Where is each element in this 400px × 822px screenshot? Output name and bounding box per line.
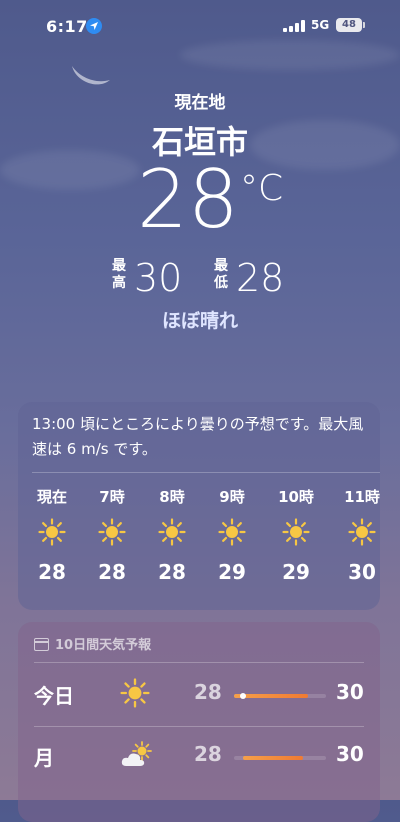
day-low: 28 [194, 680, 222, 704]
forecast-header: 10日間天気予報 [34, 634, 151, 653]
battery-icon: 48 [336, 18, 362, 32]
day-high: 30 [336, 742, 364, 766]
sun-icon [218, 518, 246, 546]
sun-icon [348, 518, 376, 546]
temperature-unit: °C [240, 168, 284, 209]
location-arrow-icon [86, 18, 102, 34]
sun-icon [158, 518, 186, 546]
battery-tip [363, 22, 365, 28]
temp-range-bar [234, 756, 326, 760]
hour-column: 7時 28 [82, 486, 142, 584]
sun-icon [120, 678, 154, 708]
hour-column: 10時 29 [266, 486, 326, 584]
current-temperature: 28 [137, 153, 239, 246]
ten-day-forecast-card[interactable]: 10日間天気予報 今日 28 30 月 28 30 [18, 622, 380, 822]
forecast-title: 10日間天気予報 [55, 638, 152, 653]
day-name: 今日 [34, 684, 74, 708]
hour-temp: 28 [38, 560, 66, 584]
hour-time: 現在 [36, 488, 67, 506]
hourly-forecast-card[interactable]: 13:00 頃にところにより曇りの予想です。最大風速は 6 m/s です。 現在… [18, 402, 380, 610]
sun-icon [38, 518, 66, 546]
hour-time: 10時 [278, 488, 314, 506]
calendar-icon [34, 638, 49, 651]
hourly-summary: 13:00 頃にところにより曇りの予想です。最大風速は 6 m/s です。 [32, 415, 364, 458]
hour-temp: 28 [98, 560, 126, 584]
divider [34, 662, 364, 663]
current-temp-marker [240, 693, 247, 699]
temp-range-fill [243, 756, 303, 760]
day-name: 月 [34, 746, 54, 770]
hour-time: 11時 [344, 488, 380, 506]
day-low: 28 [194, 742, 222, 766]
high-low: 最高 30 最低 28 [0, 258, 400, 298]
low-temp: 28 [236, 256, 285, 300]
status-time: 6:17 [46, 17, 88, 36]
hour-temp: 29 [218, 560, 246, 584]
temp-range-bar [234, 693, 326, 699]
day-high: 30 [336, 680, 364, 704]
hour-column: 11時 30 [332, 486, 392, 584]
hour-column: 8時 28 [142, 486, 202, 584]
signal-icon [283, 20, 305, 32]
network-type: 5G [311, 18, 330, 32]
low-label: 最低 [214, 258, 228, 291]
hour-temp: 28 [158, 560, 186, 584]
condition-text: ほぼ晴れ [161, 310, 238, 332]
divider [32, 472, 380, 473]
hour-temp: 30 [348, 560, 376, 584]
sun-icon [98, 518, 126, 546]
status-bar: 6:17 5G 48 [0, 0, 400, 46]
divider [34, 726, 364, 727]
hour-column: 現在 28 [22, 486, 82, 584]
sun-icon [282, 518, 310, 546]
cloud-streak [180, 40, 400, 70]
forecast-day-row[interactable]: 月 28 30 [18, 728, 380, 784]
hour-column: 9時 29 [202, 486, 262, 584]
hour-time: 8時 [159, 488, 185, 506]
partly-cloudy-icon [120, 740, 154, 770]
hour-time: 7時 [99, 488, 125, 506]
hero: 現在地 石垣市 [0, 88, 400, 163]
hour-temp: 29 [282, 560, 310, 584]
high-temp: 30 [134, 256, 183, 300]
location-label: 現在地 [174, 93, 226, 113]
high-label: 最高 [112, 258, 126, 291]
forecast-day-row[interactable]: 今日 28 30 [18, 666, 380, 722]
hour-time: 9時 [219, 488, 245, 506]
